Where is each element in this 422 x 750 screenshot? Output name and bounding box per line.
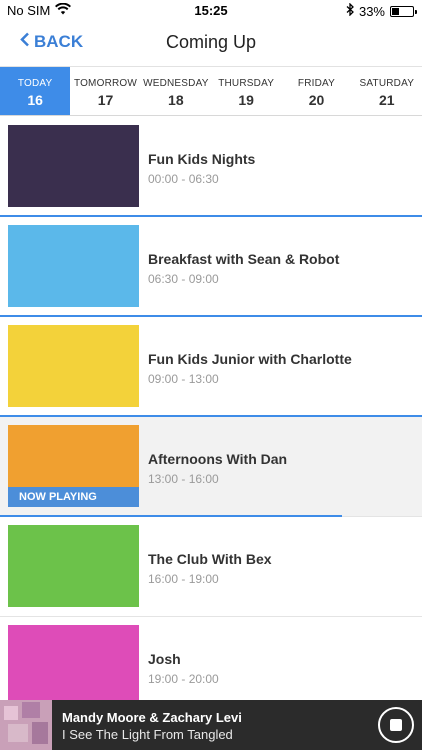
show-title: The Club With Bex <box>148 551 272 567</box>
tab-date: 21 <box>379 92 395 108</box>
show-title: Fun Kids Nights <box>148 151 256 167</box>
tab-day-label: WEDNESDAY <box>143 78 209 89</box>
tab-day[interactable]: TOMORROW 17 <box>70 67 140 115</box>
status-bar: No SIM 15:25 33% <box>0 0 422 22</box>
tab-date: 19 <box>238 92 254 108</box>
nav-bar: BACK Coming Up <box>0 22 422 66</box>
schedule-list: Fun Kids Nights 00:00 - 06:30 Breakfast … <box>0 117 422 717</box>
player-artist: Mandy Moore & Zachary Levi <box>62 710 242 725</box>
show-title: Josh <box>148 651 181 667</box>
show-thumbnail <box>8 625 139 707</box>
schedule-row[interactable]: Breakfast with Sean & Robot 06:30 - 09:0… <box>0 217 422 317</box>
tab-day-label: TOMORROW <box>73 78 138 89</box>
stop-button[interactable] <box>378 707 414 743</box>
tab-date: 18 <box>168 92 184 108</box>
tab-day[interactable]: WEDNESDAY 18 <box>141 67 211 115</box>
show-thumbnail <box>8 125 139 207</box>
show-thumbnail <box>8 525 139 607</box>
tab-day[interactable]: TODAY 16 <box>0 67 71 115</box>
page-title: Coming Up <box>165 32 257 52</box>
show-thumbnail <box>8 225 139 307</box>
tab-date: 16 <box>27 92 43 108</box>
show-title: Afternoons With Dan <box>148 451 288 467</box>
tab-day-label: TODAY <box>17 78 53 89</box>
battery-icon <box>390 5 417 17</box>
tab-day[interactable]: FRIDAY 20 <box>281 67 351 115</box>
show-title: Fun Kids Junior with Charlotte <box>148 351 352 367</box>
schedule-row[interactable]: Fun Kids Junior with Charlotte 09:00 - 1… <box>0 317 422 417</box>
tab-day[interactable]: SATURDAY 21 <box>352 67 422 115</box>
show-title: Breakfast with Sean & Robot <box>148 251 340 267</box>
show-time: 16:00 - 19:00 <box>148 572 219 586</box>
album-art <box>0 700 52 750</box>
show-time: 09:00 - 13:00 <box>148 372 219 386</box>
battery-percent: 33% <box>358 3 385 19</box>
tab-day-label: SATURDAY <box>359 78 415 89</box>
show-time: 19:00 - 20:00 <box>148 672 219 686</box>
tab-date: 17 <box>97 92 114 108</box>
tab-day-label: FRIDAY <box>297 78 336 89</box>
show-time: 06:30 - 09:00 <box>148 272 219 286</box>
now-playing-badge: NOW PLAYING <box>8 487 139 507</box>
player-track: I See The Light From Tangled <box>62 727 233 742</box>
tab-day-label: THURSDAY <box>218 78 275 89</box>
now-playing-player[interactable]: Mandy Moore & Zachary Levi I See The Lig… <box>0 700 422 750</box>
stop-icon <box>390 719 402 731</box>
tab-day[interactable]: THURSDAY 19 <box>211 67 281 115</box>
bluetooth-icon <box>346 2 354 19</box>
schedule-row[interactable]: Fun Kids Nights 00:00 - 06:30 <box>0 117 422 217</box>
show-time: 13:00 - 16:00 <box>148 472 219 486</box>
schedule-row[interactable]: The Club With Bex 16:00 - 19:00 <box>0 517 422 617</box>
day-tabs: TODAY 16 TOMORROW 17 WEDNESDAY 18 THURSDAY 1… <box>0 66 422 116</box>
schedule-row-live[interactable]: NOW PLAYING Afternoons With Dan 13:00 - … <box>0 417 422 517</box>
tab-date: 20 <box>308 92 325 108</box>
show-thumbnail <box>8 325 139 407</box>
show-thumbnail: NOW PLAYING <box>8 425 139 507</box>
show-time: 00:00 - 06:30 <box>148 172 219 186</box>
